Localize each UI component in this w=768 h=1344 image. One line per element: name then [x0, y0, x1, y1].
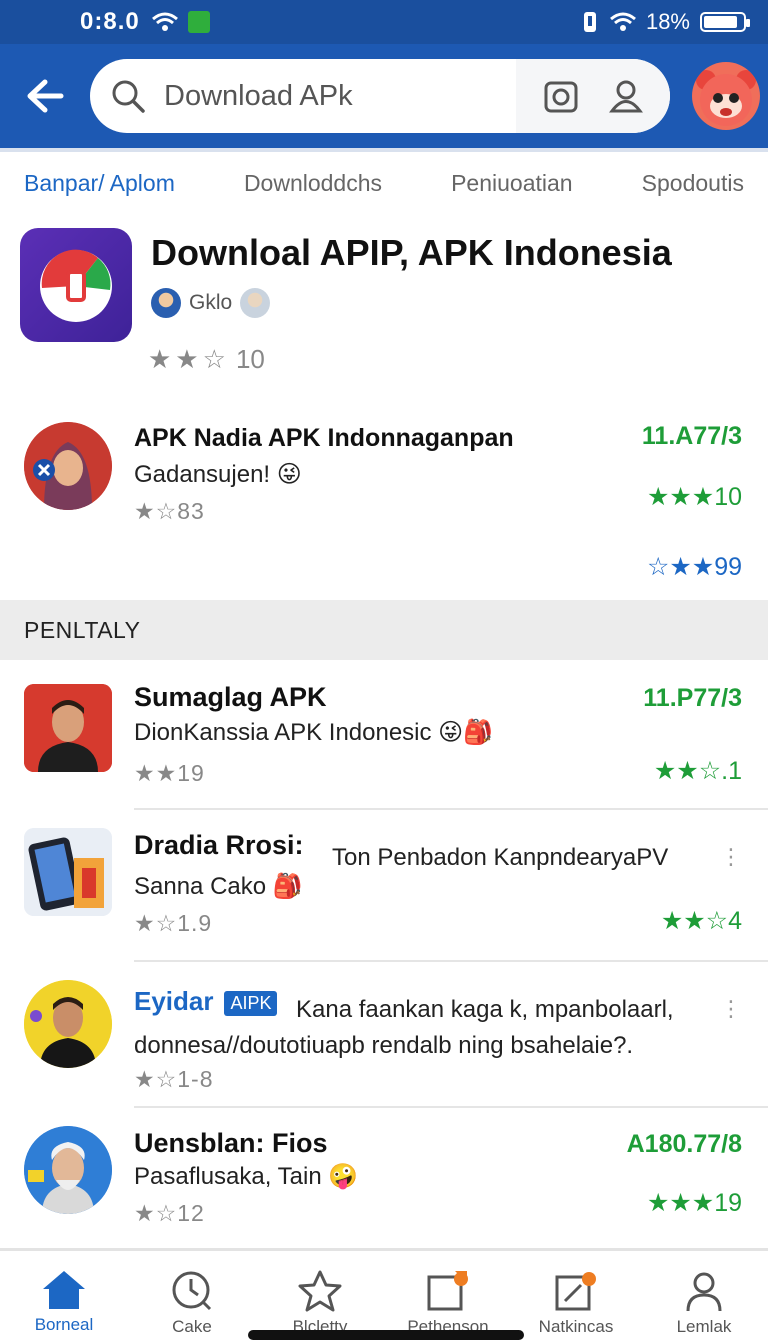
back-button[interactable] [0, 44, 90, 148]
more-options-icon[interactable]: ⋮ [720, 996, 742, 1022]
app-title: Downloal APIP, APK Indonesia [151, 232, 672, 273]
camera-icon[interactable] [543, 78, 579, 114]
list-item[interactable]: Dradia Rrosi: Ton Penbadon KanpndearyaPV… [0, 824, 768, 958]
mascot-icon [696, 70, 756, 126]
battery-percent: 18% [645, 9, 690, 34]
tab-peniuoatian[interactable]: Peniuoatian [451, 170, 573, 197]
list-item-stars-green: ★★☆.1 [653, 757, 742, 785]
wifi-icon [609, 12, 636, 31]
list-item-thumb [24, 1126, 112, 1214]
rating-value: 10 [235, 344, 265, 374]
list-item-rating: ★☆83 [134, 498, 205, 524]
clock-icon [172, 1271, 212, 1311]
search-icon [112, 80, 145, 113]
list-item-title: Eyidar AIPK [134, 986, 278, 1017]
tab-banpar[interactable]: Banpar/ Aplom [24, 170, 175, 197]
list-item-subtitle: Gadansujen! 😜 [134, 461, 302, 488]
battery-icon [700, 12, 750, 32]
category-tabs: Banpar/ Aplom Downloddchs Peniuoatian Sp… [0, 148, 768, 214]
nav-lemlak[interactable]: Lemlak [640, 1251, 768, 1344]
list-item-title: APK Nadia APK Indonnaganpan [134, 424, 514, 452]
tab-downloads[interactable]: Downloddchs [244, 170, 382, 197]
wifi-icon [151, 12, 178, 31]
app-icon [555, 1272, 596, 1311]
divider [134, 960, 768, 962]
more-options-icon[interactable]: ⋮ [720, 844, 742, 870]
status-time: 0:8.0 [80, 8, 140, 35]
status-bar: 0:8.0 18% [0, 0, 768, 44]
list-item-thumb [24, 422, 112, 510]
nav-natkincas[interactable]: Natkincas [512, 1251, 640, 1344]
list-item[interactable]: Uensblan: Fios Pasaflusaka, Tain 🤪 ★☆12 … [0, 1122, 768, 1244]
list-item-stars-green: ★★★19 [646, 1189, 742, 1217]
back-arrow-icon [27, 79, 64, 113]
list-item-rating: ★☆12 [134, 1200, 205, 1226]
list-item-stars-green: ★★☆4 [660, 907, 742, 935]
developer-row[interactable]: Gklo [151, 288, 271, 318]
list-item-value: 11.P77/3 [643, 684, 742, 712]
search-bar[interactable]: Download APk [90, 59, 670, 133]
list-item-rating: ★☆1-8 [134, 1066, 214, 1092]
profile-icon [686, 1272, 722, 1312]
tab-spodoutis[interactable]: Spodoutis [642, 170, 744, 197]
rating-stars: ★★☆ [148, 344, 230, 374]
list-item-thumb [24, 684, 112, 772]
list-item-featured[interactable]: APK Nadia APK Indonnaganpan Gadansujen! … [0, 418, 768, 598]
list-item-subtitle: donnesa//doutotiuapb rendalb ning bsahel… [134, 1032, 634, 1059]
list-item-value: 11.A77/3 [641, 422, 742, 450]
home-icon [43, 1271, 85, 1309]
list-item-subtitle: DionKanssia APK Indonesic 😜🎒 [134, 719, 494, 746]
list-item-extra: Ton Penbadon KanpndearyaPV [332, 844, 669, 871]
nav-cake[interactable]: Cake [128, 1251, 256, 1344]
list-item[interactable]: Sumaglag APK DionKanssia APK Indonesic 😜… [0, 676, 768, 810]
list-item-title: Uensblan: Fios [134, 1128, 328, 1158]
list-item-rating: ★☆1.9 [134, 910, 213, 936]
app-icon [20, 228, 132, 342]
nav-label: Borneal [34, 1315, 94, 1334]
section-header: PENLTALY [0, 600, 768, 660]
home-indicator[interactable] [248, 1330, 524, 1340]
vibrate-icon [583, 12, 596, 32]
apk-badge: AIPK [224, 990, 278, 1016]
list-item-stars-blue: ☆★★99 [646, 553, 742, 581]
account-avatar[interactable] [692, 62, 760, 130]
list-item-subtitle: Pasaflusaka, Tain 🤪 [134, 1163, 359, 1190]
divider [134, 1106, 768, 1108]
list-item-value: A180.77/8 [626, 1130, 742, 1158]
list-item-rating: ★★19 [134, 760, 205, 786]
developer-avatar [151, 288, 181, 318]
notification-icon [427, 1271, 468, 1311]
list-item-stars-green: ★★★10 [646, 483, 742, 511]
nav-home[interactable]: Borneal [0, 1251, 128, 1344]
hero-rating: ★★☆ 10 [148, 344, 265, 375]
star-icon [298, 1270, 342, 1312]
nav-label: Cake [172, 1317, 212, 1336]
list-item-thumb [24, 828, 112, 916]
nav-label: Lemlak [676, 1317, 732, 1336]
list-item-title: Sumaglag APK [134, 682, 327, 712]
list-item-thumb [24, 980, 112, 1068]
app-bar: Download APk [0, 44, 768, 148]
developer-avatar-secondary [240, 288, 271, 318]
list-item[interactable]: Eyidar AIPK Kana faankan kaga k, mpanbol… [0, 978, 768, 1108]
notification-app-icon [187, 11, 210, 33]
list-item-subtitle: Sanna Cako 🎒 [134, 873, 303, 900]
nav-label: Natkincas [538, 1317, 614, 1336]
divider [134, 808, 768, 810]
hero-app-card[interactable]: Downloal APIP, APK Indonesia Gklo ★★☆ 10 [20, 226, 748, 386]
list-item-title: Dradia Rrosi: [134, 830, 304, 860]
profile-icon[interactable] [608, 78, 644, 114]
list-item-extra: Kana faankan kaga k, mpanbolaarl, [296, 996, 674, 1023]
developer-name: Gklo [189, 291, 233, 314]
